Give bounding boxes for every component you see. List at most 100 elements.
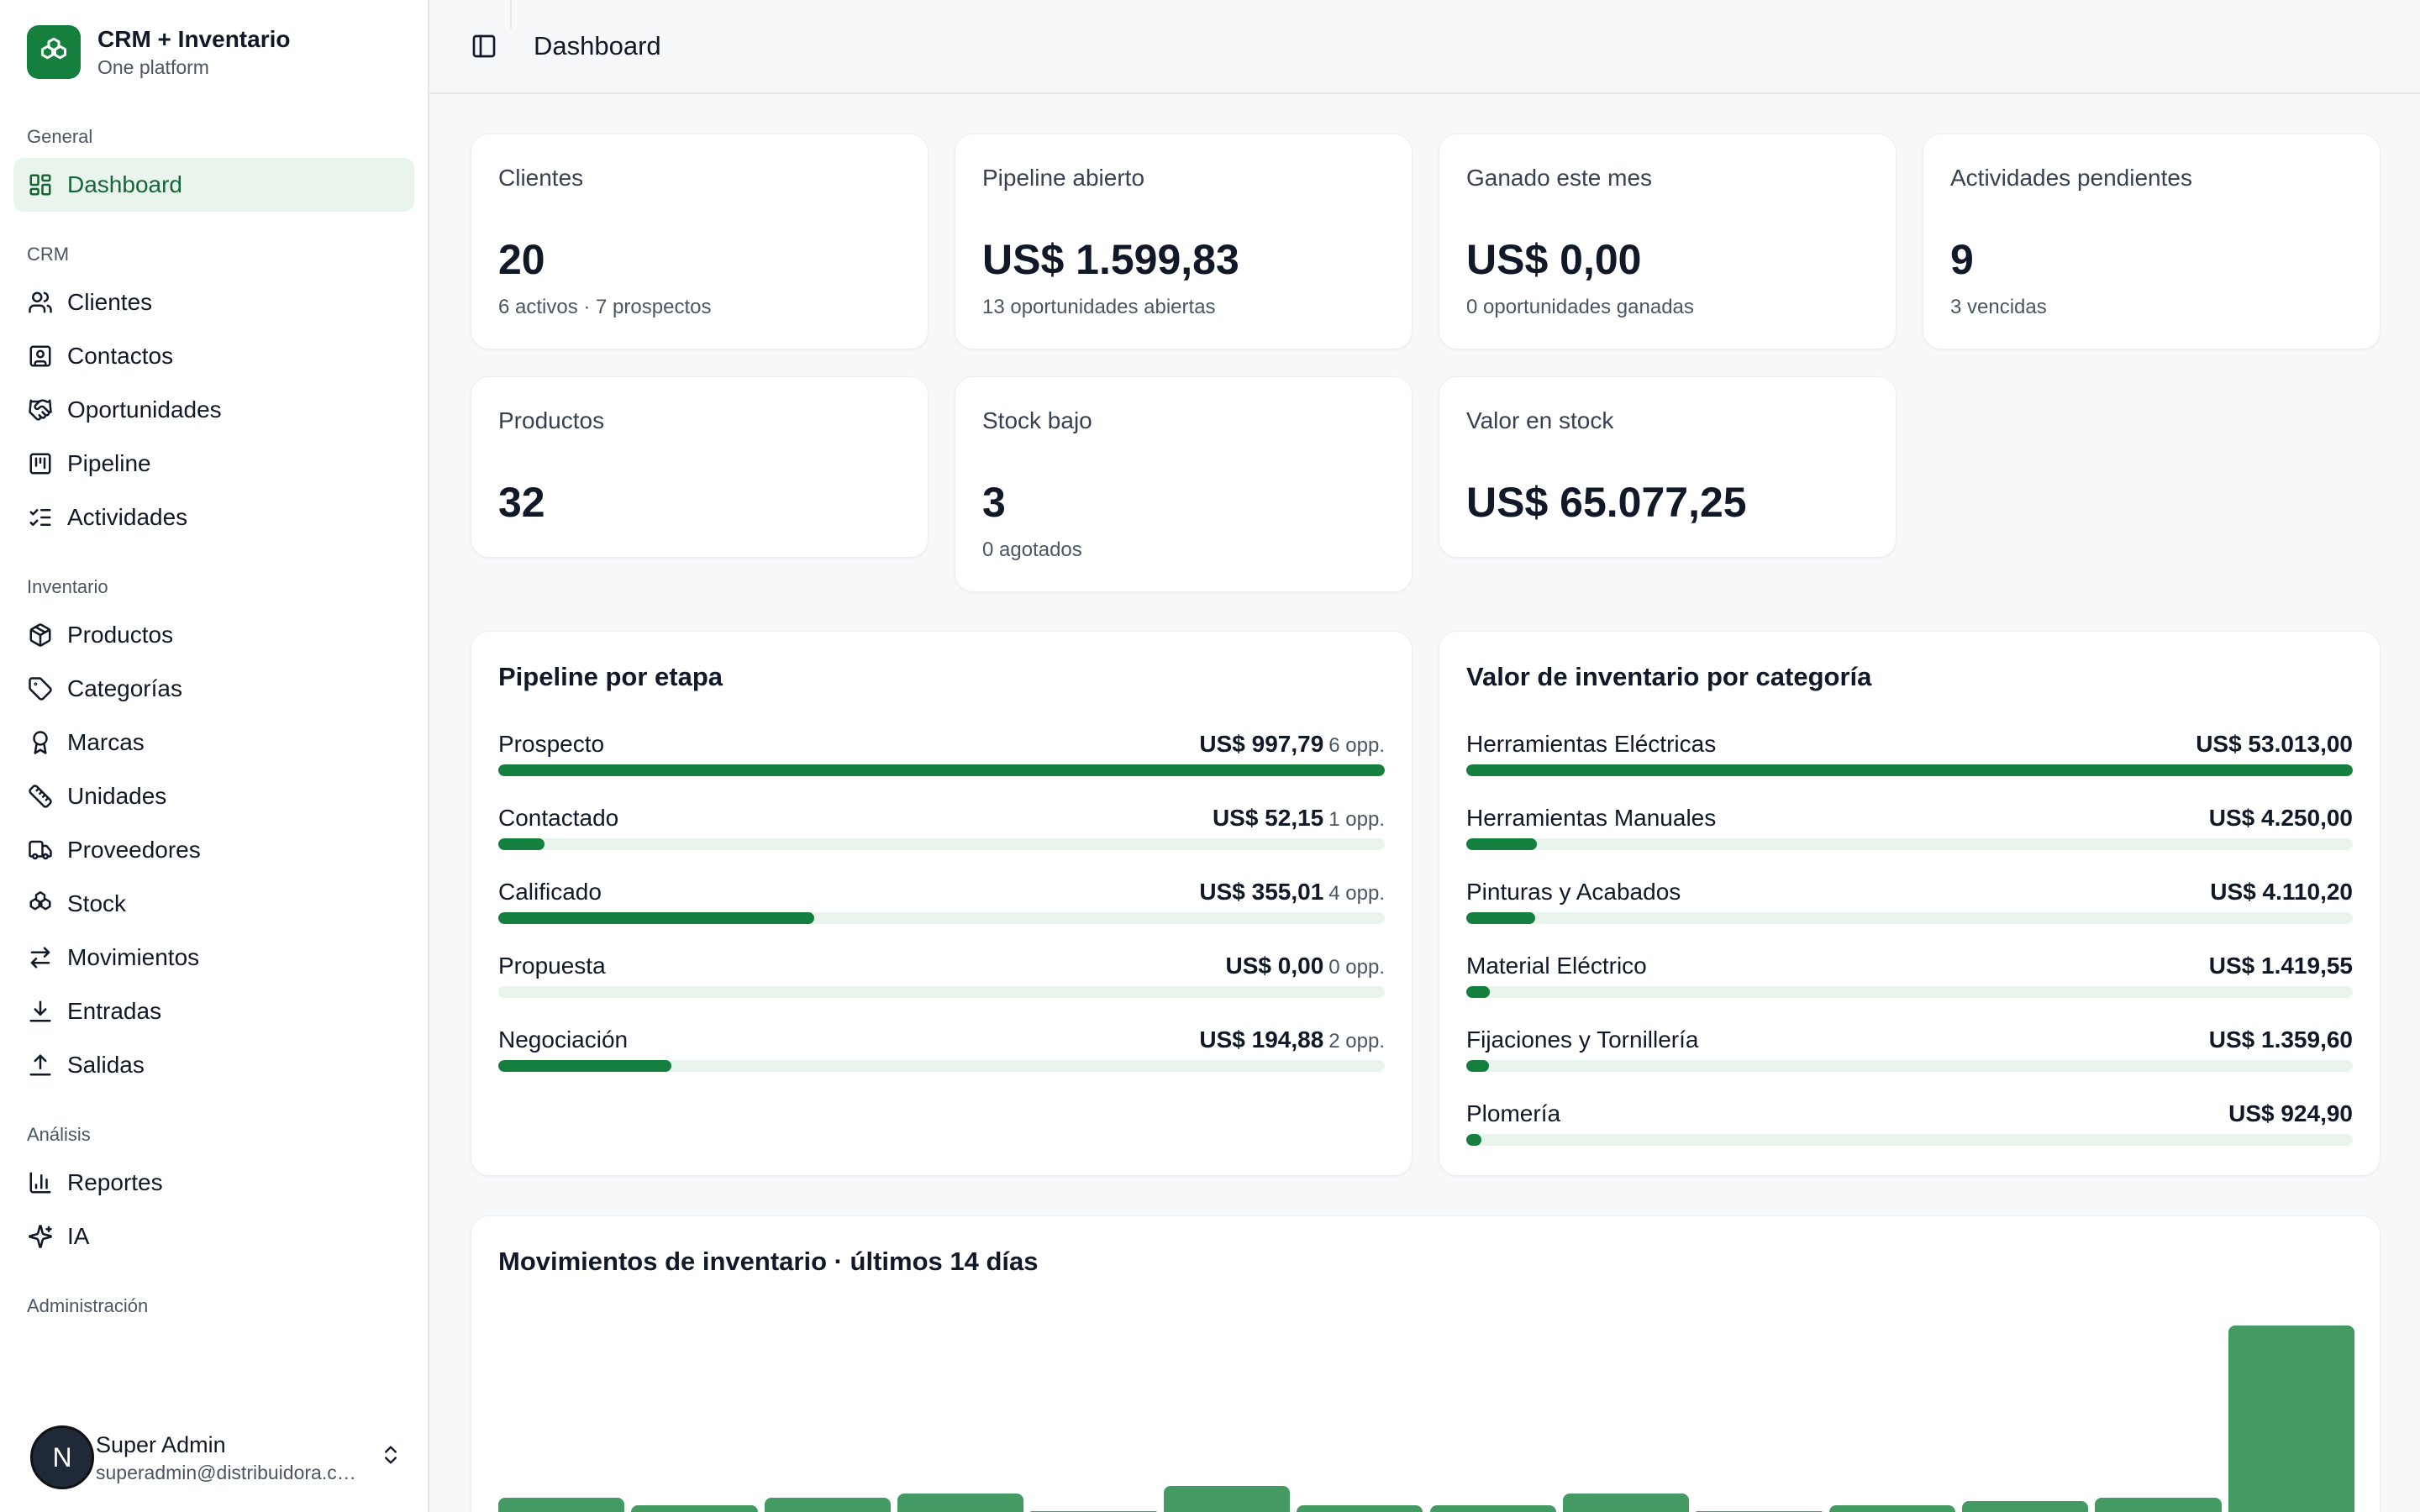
movement-bar[interactable]: [2095, 1497, 2222, 1512]
row-amount-value: US$ 355,01: [1199, 879, 1324, 905]
row-opp-count: 1 opp.: [1328, 808, 1385, 831]
sidebar-item-label: Actividades: [67, 504, 188, 530]
row-amount: US$ 924,90: [2228, 1100, 2353, 1127]
movement-bar[interactable]: [1961, 1501, 2089, 1512]
sidebar-item-marcas[interactable]: Marcas: [13, 716, 414, 769]
ruler-icon: [27, 783, 54, 810]
checklist-icon: [27, 504, 54, 531]
row-label: Negociación: [498, 1026, 629, 1053]
progress-fill: [1466, 838, 1538, 850]
user-menu[interactable]: N Super Admin superadmin@distribuidora.c…: [0, 1411, 428, 1504]
stat-card-productos[interactable]: Productos 32: [471, 376, 929, 558]
row-amount: US$ 0,00 0 opp.: [1226, 953, 1385, 979]
brand[interactable]: CRM + Inventario One platform: [0, 0, 428, 104]
sidebar-item-clientes[interactable]: Clientes: [13, 276, 414, 329]
user-name: Super Admin: [96, 1432, 226, 1457]
sidebar-item-label: Productos: [67, 622, 174, 648]
sidebar-item-proveedores[interactable]: Proveedores: [13, 823, 414, 877]
sidebar-item-salidas[interactable]: Salidas: [13, 1038, 414, 1092]
users-icon: [27, 289, 54, 316]
handshake-icon: [27, 396, 54, 423]
sidebar-item-oportunidades[interactable]: Oportunidades: [13, 383, 414, 437]
stat-subtext: 13 oportunidades abiertas: [982, 296, 1216, 318]
sidebar-item-label: Contactos: [67, 343, 174, 369]
movement-bar[interactable]: [631, 1504, 758, 1512]
pipeline-stage-row: Propuesta US$ 0,00 0 opp.: [498, 953, 1385, 1003]
sidebar-item-stock[interactable]: Stock: [13, 877, 414, 931]
sidebar-item-label: Oportunidades: [67, 396, 222, 423]
panel-title: Pipeline por etapa: [498, 662, 723, 691]
movement-bar[interactable]: [2228, 1326, 2354, 1512]
progress-track: [1466, 912, 2353, 924]
movement-bar[interactable]: [1562, 1494, 1690, 1512]
panel-title: Movimientos de inventario · últimos 14 d…: [498, 1247, 1039, 1276]
progress-fill: [1466, 986, 1491, 998]
nav-group-label: Administración: [27, 1295, 149, 1316]
sidebar-item-movimientos[interactable]: Movimientos: [13, 931, 414, 984]
stat-value: 3: [982, 479, 1006, 526]
stat-label: Pipeline abierto: [982, 165, 1145, 191]
row-opp-count: 6 opp.: [1328, 734, 1385, 757]
row-amount-value: US$ 0,00: [1225, 953, 1324, 979]
topbar: Dashboard: [429, 0, 2420, 94]
movement-bar[interactable]: [764, 1497, 892, 1512]
pipeline-stage-row: Negociación US$ 194,88 2 opp.: [498, 1026, 1385, 1077]
stat-label: Stock bajo: [982, 407, 1092, 433]
tag-icon: [27, 675, 54, 702]
chevrons-up-down-icon[interactable]: [379, 1443, 402, 1471]
movement-bar[interactable]: [1429, 1504, 1556, 1512]
award-icon: [27, 729, 54, 756]
stat-card-stock-bajo[interactable]: Stock bajo 3 0 agotados: [955, 376, 1413, 592]
nav-group-label: Análisis: [27, 1124, 91, 1145]
row-amount: US$ 1.359,60: [2209, 1026, 2353, 1053]
progress-track: [498, 986, 1385, 998]
movement-bar[interactable]: [1163, 1486, 1291, 1512]
sidebar-item-categorias[interactable]: Categorías: [13, 662, 414, 716]
stat-label: Productos: [498, 407, 605, 433]
row-opp-count: 2 opp.: [1328, 1030, 1385, 1053]
pipeline-stage-row: Calificado US$ 355,01 4 opp.: [498, 879, 1385, 929]
sidebar-item-dashboard[interactable]: Dashboard: [13, 158, 414, 212]
movement-bar[interactable]: [1828, 1504, 1955, 1512]
stat-subtext: 3 vencidas: [1950, 296, 2047, 318]
sidebar-item-productos[interactable]: Productos: [13, 608, 414, 662]
sidebar-item-pipeline[interactable]: Pipeline: [13, 437, 414, 491]
progress-track: [1466, 1060, 2353, 1072]
upload-icon: [27, 1052, 54, 1079]
progress-track: [498, 764, 1385, 776]
sidebar-item-actividades[interactable]: Actividades: [13, 491, 414, 544]
sidebar-item-label: Unidades: [67, 783, 167, 809]
stat-card-clientes[interactable]: Clientes 20 6 activos · 7 prospectos: [471, 134, 929, 349]
sidebar-item-reportes[interactable]: Reportes: [13, 1156, 414, 1210]
row-amount: US$ 194,88 2 opp.: [1199, 1026, 1385, 1053]
progress-fill: [498, 838, 544, 850]
movement-bar[interactable]: [498, 1497, 625, 1512]
progress-fill: [498, 764, 1385, 776]
row-amount-value: US$ 4.110,20: [2210, 879, 2353, 905]
stat-card-pipeline-abierto[interactable]: Pipeline abierto US$ 1.599,83 13 oportun…: [955, 134, 1413, 349]
arrows-icon: [27, 944, 54, 971]
sidebar-item-label: Reportes: [67, 1169, 163, 1195]
sidebar-item-entradas[interactable]: Entradas: [13, 984, 414, 1038]
stat-subtext: 6 activos · 7 prospectos: [498, 296, 712, 318]
page-title: Dashboard: [534, 31, 661, 60]
sidebar-item-label: Proveedores: [67, 837, 201, 863]
stat-value: 20: [498, 236, 545, 283]
sidebar-item-unidades[interactable]: Unidades: [13, 769, 414, 823]
user-email: superadmin@distribuidora.com: [96, 1462, 356, 1483]
progress-track: [1466, 764, 2353, 776]
stat-card-ganado-este-mes[interactable]: Ganado este mes US$ 0,00 0 oportunidades…: [1439, 134, 1897, 349]
sidebar-toggle-icon[interactable]: [461, 24, 507, 69]
sidebar-item-label: Dashboard: [67, 171, 182, 197]
movement-bar[interactable]: [897, 1494, 1024, 1512]
row-amount-value: US$ 924,90: [2228, 1100, 2353, 1126]
movement-bar[interactable]: [1297, 1504, 1423, 1512]
stat-card-valor-en-stock[interactable]: Valor en stock US$ 65.077,25: [1439, 376, 1897, 558]
row-amount-value: US$ 4.250,00: [2208, 805, 2353, 831]
inventory-movements-panel: Movimientos de inventario · últimos 14 d…: [471, 1215, 2381, 1512]
sidebar-nav: General Dashboard CRM Clientes Contactos Opor…: [0, 116, 428, 1327]
sidebar-item-ia[interactable]: IA: [13, 1210, 414, 1263]
stat-card-actividades-pendientes[interactable]: Actividades pendientes 9 3 vencidas: [1923, 134, 2381, 349]
sidebar-item-contactos[interactable]: Contactos: [13, 329, 414, 383]
sparkles-icon: [27, 1223, 54, 1250]
